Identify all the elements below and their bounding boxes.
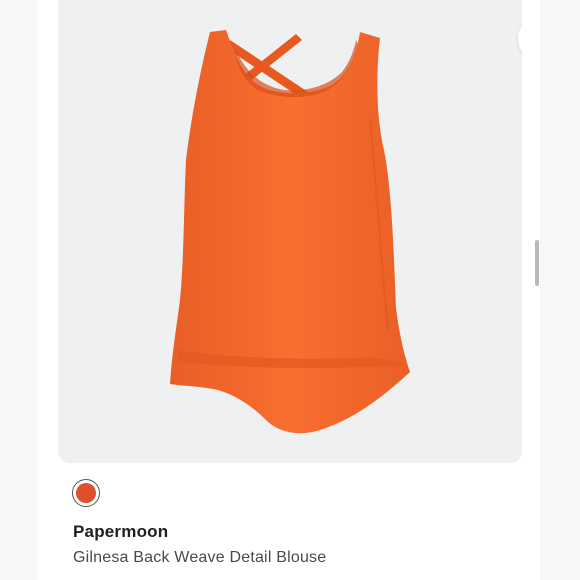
- product-image[interactable]: •••: [58, 0, 522, 463]
- left-margin: [0, 0, 38, 580]
- scrollbar-thumb[interactable]: [535, 240, 539, 286]
- product-page: ••• Papermoon Gilnesa Back Weave Detail …: [0, 0, 580, 580]
- product-title[interactable]: Gilnesa Back Weave Detail Blouse: [73, 549, 326, 567]
- right-margin: [540, 0, 580, 580]
- product-brand[interactable]: Papermoon: [73, 522, 168, 542]
- blouse-image: [170, 30, 410, 434]
- color-swatch-dot: [76, 483, 96, 503]
- color-swatch[interactable]: [72, 479, 100, 507]
